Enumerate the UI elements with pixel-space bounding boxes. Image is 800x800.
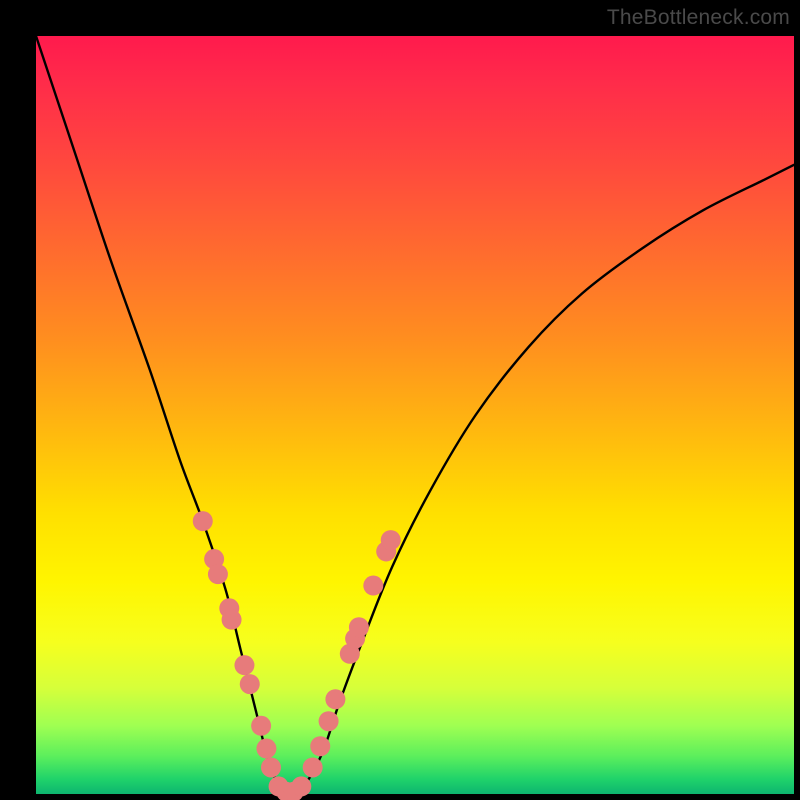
plot-area — [36, 36, 794, 794]
data-marker — [240, 674, 260, 694]
data-marker — [303, 757, 323, 777]
data-marker — [234, 655, 254, 675]
watermark-text: TheBottleneck.com — [607, 6, 790, 30]
data-marker — [363, 576, 383, 596]
data-marker — [381, 530, 401, 550]
data-marker — [319, 711, 339, 731]
data-marker — [325, 689, 345, 709]
chart-frame: TheBottleneck.com — [0, 0, 800, 800]
data-marker — [193, 511, 213, 531]
data-marker — [310, 736, 330, 756]
data-marker — [349, 617, 369, 637]
data-marker — [222, 610, 242, 630]
data-marker — [291, 776, 311, 796]
data-marker — [261, 757, 281, 777]
bottleneck-curve — [36, 36, 794, 795]
data-marker — [208, 564, 228, 584]
chart-svg — [36, 36, 794, 794]
marker-group — [193, 511, 401, 800]
data-marker — [256, 739, 276, 759]
data-marker — [251, 716, 271, 736]
